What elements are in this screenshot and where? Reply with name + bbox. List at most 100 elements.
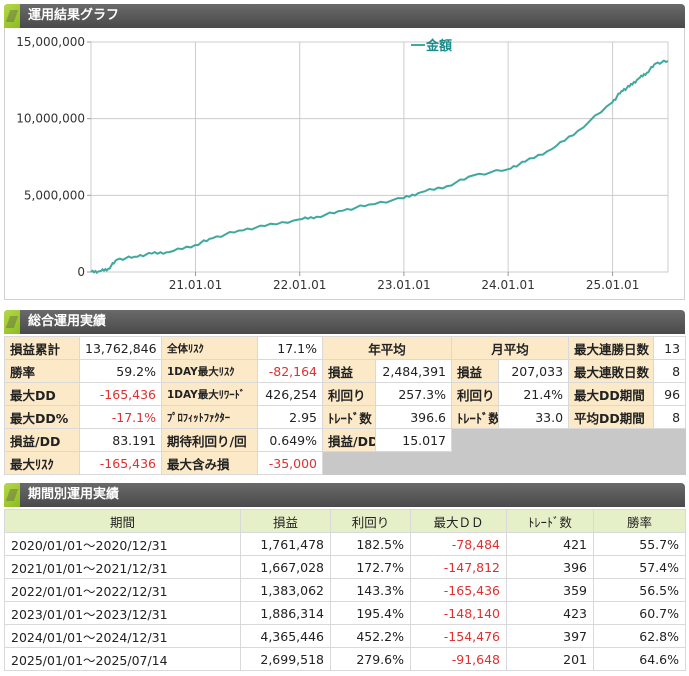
summary-value: 13 bbox=[653, 336, 687, 360]
summary-value: 21.4% bbox=[498, 382, 570, 406]
y-tick-label: 10,000,000 bbox=[16, 112, 85, 126]
summary-label: 最大DD% bbox=[4, 405, 80, 429]
y-tick-label: 5,000,000 bbox=[24, 188, 85, 202]
period-cell: 143.3% bbox=[330, 578, 411, 602]
summary-value: -82,164 bbox=[257, 359, 323, 383]
period-cell: 1,383,062 bbox=[240, 578, 331, 602]
period-cell: 2022/01/01～2022/12/31 bbox=[4, 578, 241, 602]
summary-value: -17.1% bbox=[79, 405, 162, 429]
period-cell: -165,436 bbox=[410, 578, 507, 602]
period-column-header: 期間 bbox=[4, 509, 241, 533]
summary-group-header: 月平均 bbox=[451, 336, 570, 360]
period-cell: 421 bbox=[506, 532, 594, 556]
summary-row: 最大DD -165,436 1DAY最大ﾘﾜｰﾄﾞ 426,254 利回り 257.3% 利… bbox=[4, 382, 687, 406]
period-cell: 452.2% bbox=[330, 624, 411, 648]
summary-section-title: 総合運用実績 bbox=[28, 314, 107, 329]
period-cell: 62.8% bbox=[593, 624, 686, 648]
summary-label: 損益/DD bbox=[4, 428, 80, 452]
summary-label: 利回り bbox=[322, 382, 376, 406]
summary-table: 損益累計 13,762,846 全体ﾘｽｸ 17.1% 年平均 月平均 最大連勝日数 13 勝率… bbox=[4, 336, 687, 475]
period-column-header: 利回り bbox=[330, 509, 411, 533]
x-tick-label: 25.01.01 bbox=[586, 278, 639, 292]
period-cell: 2020/01/01～2020/12/31 bbox=[4, 532, 241, 556]
period-row: 2023/01/01～2023/12/31 1,886,314 195.4% -148… bbox=[4, 601, 686, 625]
y-tick-label: 15,000,000 bbox=[16, 35, 85, 49]
period-cell: 396 bbox=[506, 555, 594, 579]
summary-row: 最大ﾘｽｸ -165,436 最大含み損 -35,000 bbox=[4, 451, 687, 475]
y-tick-label: 0 bbox=[77, 265, 85, 279]
summary-value: -35,000 bbox=[257, 451, 323, 475]
period-cell: 55.7% bbox=[593, 532, 686, 556]
period-column-header: 勝率 bbox=[593, 509, 686, 533]
period-cell: 182.5% bbox=[330, 532, 411, 556]
summary-value: 2,484,391 bbox=[374, 359, 453, 383]
summary-empty-cell bbox=[321, 451, 687, 475]
period-cell: 423 bbox=[506, 601, 594, 625]
period-cell: 2023/01/01～2023/12/31 bbox=[4, 601, 241, 625]
summary-label: 期待利回り/回 bbox=[161, 428, 258, 452]
summary-label: 利回り bbox=[451, 382, 500, 406]
summary-label: 最大含み損 bbox=[161, 451, 258, 475]
period-column-header: ﾄﾚｰﾄﾞ数 bbox=[506, 509, 594, 533]
summary-value: 96 bbox=[653, 382, 687, 406]
summary-label: 最大連勝日数 bbox=[568, 336, 655, 360]
period-cell: 1,667,028 bbox=[240, 555, 331, 579]
chart-container: 0 5,000,000 10,000,000 15,000,000 21.01.01 22… bbox=[4, 28, 685, 300]
equity-line-chart: 0 5,000,000 10,000,000 15,000,000 21.01.01 22… bbox=[16, 35, 669, 292]
period-cell: 57.4% bbox=[593, 555, 686, 579]
summary-row: 損益/DD 83.191 期待利回り/回 0.649% 損益/DD 15.017 bbox=[4, 428, 687, 452]
summary-label: 最大ﾘｽｸ bbox=[4, 451, 80, 475]
summary-value: 59.2% bbox=[79, 359, 162, 383]
period-cell: 359 bbox=[506, 578, 594, 602]
period-cell: 201 bbox=[506, 647, 594, 671]
summary-label: 最大DD bbox=[4, 382, 80, 406]
period-cell: 64.6% bbox=[593, 647, 686, 671]
x-tick-label: 22.01.01 bbox=[273, 278, 326, 292]
summary-value: 13,762,846 bbox=[79, 336, 162, 360]
summary-label: 損益 bbox=[322, 359, 376, 383]
summary-label: 1DAY最大ﾘﾜｰﾄﾞ bbox=[161, 382, 258, 406]
period-cell: 195.4% bbox=[330, 601, 411, 625]
period-cell: 2,699,518 bbox=[240, 647, 331, 671]
summary-value: 426,254 bbox=[257, 382, 323, 406]
summary-label: 最大連敗日数 bbox=[568, 359, 655, 383]
section-tab-icon bbox=[4, 310, 20, 334]
summary-group-header: 年平均 bbox=[321, 336, 453, 360]
x-tick-label: 24.01.01 bbox=[481, 278, 534, 292]
summary-label: ﾄﾚｰﾄﾞ数 bbox=[451, 405, 500, 429]
summary-value: 33.0 bbox=[498, 405, 570, 429]
period-row: 2025/01/01～2025/07/14 2,699,518 279.6% -91,… bbox=[4, 647, 686, 671]
period-cell: 2021/01/01～2021/12/31 bbox=[4, 555, 241, 579]
period-section-header: 期間別運用実績 bbox=[4, 483, 685, 507]
period-column-header: 損益 bbox=[240, 509, 331, 533]
summary-label: 勝率 bbox=[4, 359, 80, 383]
summary-label: 損益 bbox=[451, 359, 500, 383]
summary-value: 207,033 bbox=[498, 359, 570, 383]
summary-label: ﾌﾟﾛﾌｨｯﾄﾌｧｸﾀｰ bbox=[161, 405, 258, 429]
plot-area bbox=[90, 41, 669, 273]
summary-label: 全体ﾘｽｸ bbox=[161, 336, 258, 360]
period-cell: 1,886,314 bbox=[240, 601, 331, 625]
period-row: 2020/01/01～2020/12/31 1,761,478 182.5% -78,… bbox=[4, 532, 686, 556]
summary-label: 損益/DD bbox=[322, 428, 376, 452]
section-tab-icon bbox=[4, 483, 20, 507]
period-cell: -91,648 bbox=[410, 647, 507, 671]
period-cell: -147,812 bbox=[410, 555, 507, 579]
summary-section-header: 総合運用実績 bbox=[4, 310, 685, 334]
period-column-header: 最大ＤＤ bbox=[410, 509, 507, 533]
chart-section-header: 運用結果グラフ bbox=[4, 4, 685, 28]
summary-row: 損益累計 13,762,846 全体ﾘｽｸ 17.1% 年平均 月平均 最大連勝日数 13 bbox=[4, 336, 687, 360]
x-tick-label: 21.01.01 bbox=[169, 278, 222, 292]
summary-row: 最大DD% -17.1% ﾌﾟﾛﾌｨｯﾄﾌｧｸﾀｰ 2.95 ﾄﾚｰﾄﾞ数 396.6 ﾄﾚ… bbox=[4, 405, 687, 429]
section-tab-icon bbox=[4, 4, 20, 28]
summary-label: 最大DD期間 bbox=[568, 382, 655, 406]
summary-value: 2.95 bbox=[257, 405, 323, 429]
series-line-金額 bbox=[90, 59, 669, 275]
period-cell: 1,761,478 bbox=[240, 532, 331, 556]
summary-value: 0.649% bbox=[257, 428, 323, 452]
summary-value: 83.191 bbox=[79, 428, 162, 452]
period-cell: -78,484 bbox=[410, 532, 507, 556]
period-row: 2024/01/01～2024/12/31 4,365,446 452.2% -154… bbox=[4, 624, 686, 648]
x-tick-label: 23.01.01 bbox=[377, 278, 430, 292]
period-section-title: 期間別運用実績 bbox=[28, 487, 120, 502]
